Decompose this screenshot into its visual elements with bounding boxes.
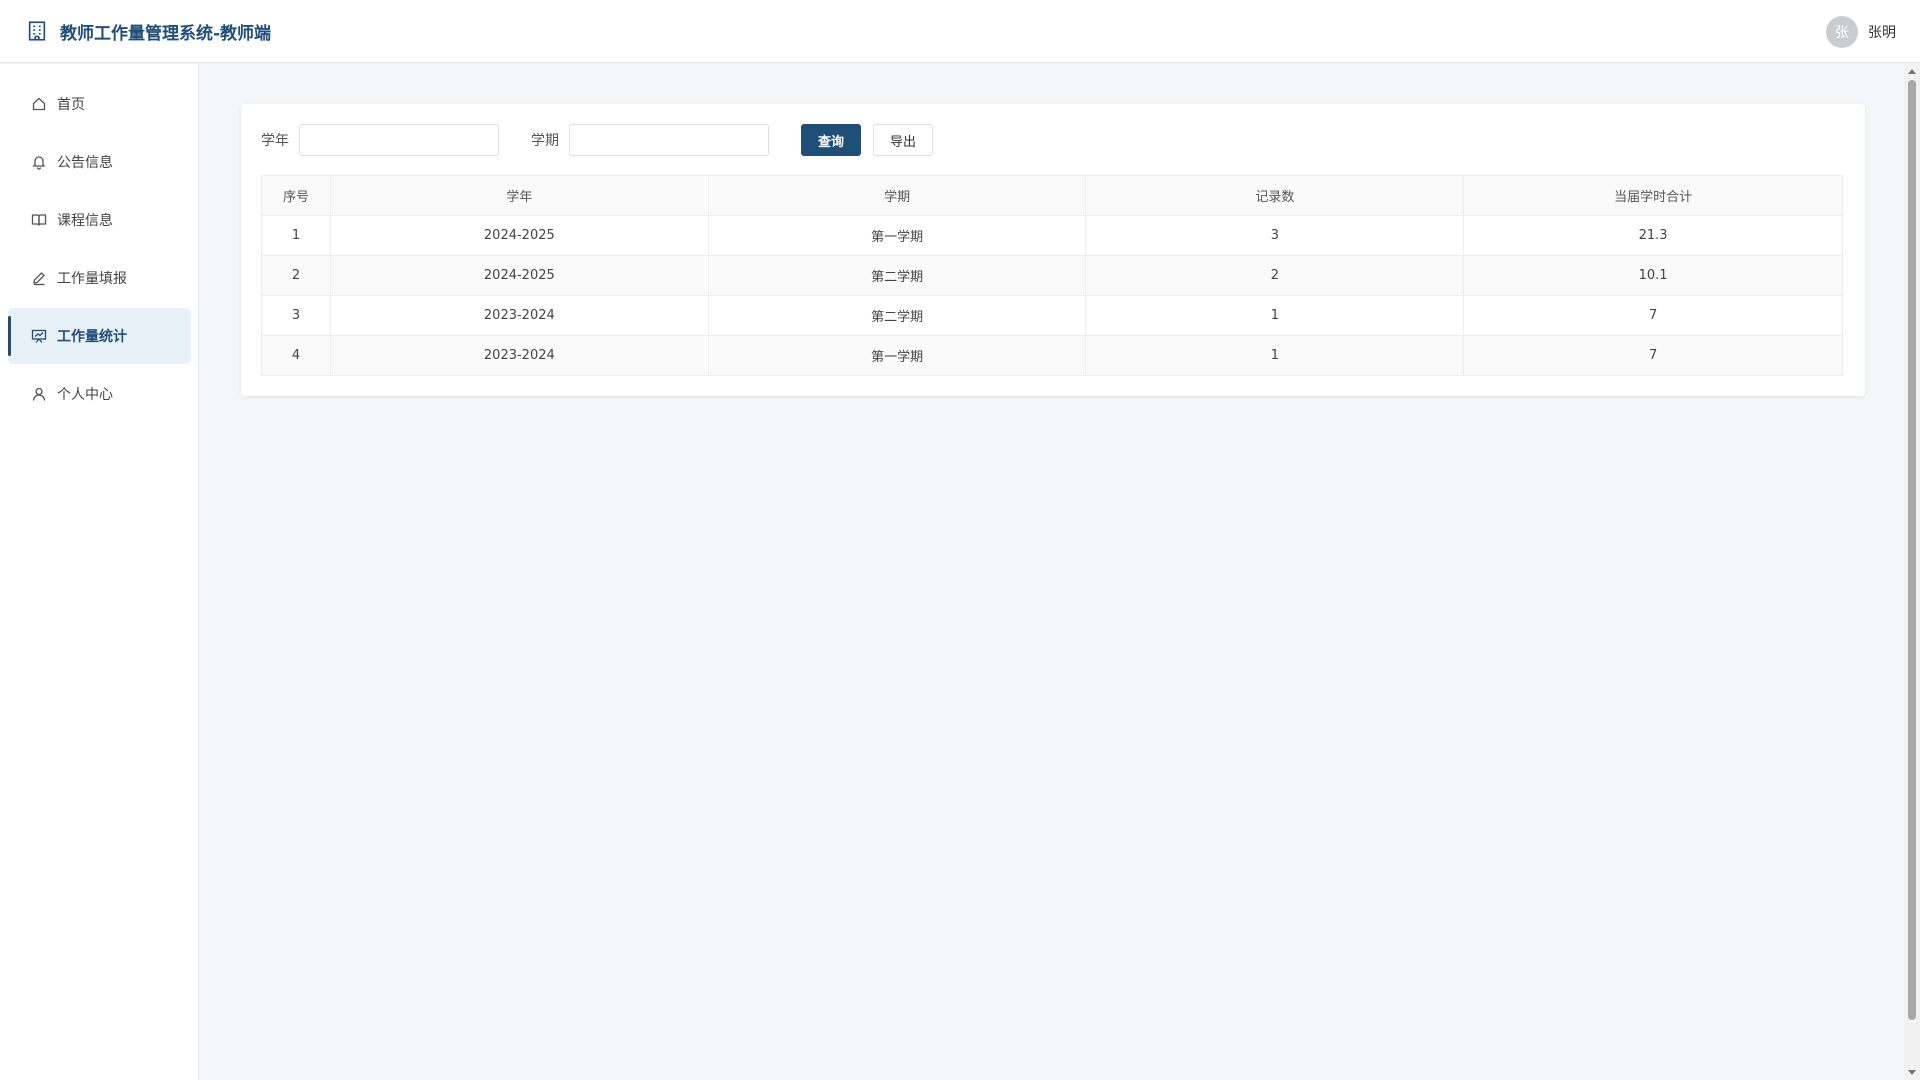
table-cell: 3	[1085, 215, 1465, 256]
table-cell: 第二学期	[707, 255, 1087, 296]
sidebar-item-label: 公告信息	[57, 155, 113, 171]
username[interactable]: 张明	[1868, 22, 1896, 42]
table-row[interactable]: 2 2024-2025 第二学期 2 10.1	[261, 255, 1843, 296]
page-scrollbar[interactable]	[1904, 64, 1920, 1080]
table-cell: 7	[1463, 295, 1843, 336]
column-header-term[interactable]: 学期	[707, 175, 1087, 216]
year-label: 学年	[261, 133, 289, 149]
table-cell: 2023-2024	[329, 295, 709, 336]
table-cell: 2023-2024	[329, 335, 709, 376]
table-cell: 2024-2025	[329, 255, 709, 296]
sidebar-item-label: 课程信息	[57, 213, 113, 229]
export-button[interactable]: 导出	[873, 124, 933, 156]
table-cell: 3	[261, 295, 331, 336]
table-cell: 2	[261, 255, 331, 296]
sidebar-item-workload-report[interactable]: 工作量填报	[8, 250, 191, 306]
stats-card: 学年 学期 查询 导出 序号 学年 学期 记录数 当届学时合计 1 2024-2…	[241, 104, 1865, 396]
column-header-record-count[interactable]: 记录数	[1085, 175, 1465, 216]
sidebar-item-profile[interactable]: 个人中心	[8, 366, 191, 422]
app-title: 教师工作量管理系统-教师端	[60, 23, 272, 44]
table-row[interactable]: 4 2023-2024 第一学期 1 7	[261, 335, 1843, 376]
home-icon	[32, 97, 46, 111]
year-input[interactable]	[299, 124, 499, 156]
table-cell: 1	[1085, 295, 1465, 336]
column-header-year[interactable]: 学年	[329, 175, 709, 216]
avatar[interactable]: 张	[1826, 16, 1858, 48]
edit-icon	[33, 272, 45, 286]
sidebar-item-label: 工作量统计	[57, 329, 127, 345]
sidebar-item-home[interactable]: 首页	[8, 76, 191, 132]
top-header: 教师工作量管理系统-教师端 张 张明	[0, 0, 1920, 63]
table-cell: 1	[261, 215, 331, 256]
book-icon	[31, 214, 47, 226]
query-button[interactable]: 查询	[801, 124, 861, 156]
sidebar: 首页 公告信息 课程信息 工作量填报 工作量统计 个人中心	[0, 64, 199, 1080]
user-icon	[32, 387, 46, 401]
chart-board-icon	[31, 329, 47, 343]
table-cell: 2	[1085, 255, 1465, 296]
sidebar-item-workload-stats[interactable]: 工作量统计	[8, 308, 191, 364]
filter-bar: 学年 学期 查询 导出	[261, 124, 933, 156]
sidebar-item-courses[interactable]: 课程信息	[8, 192, 191, 248]
building-icon	[26, 20, 48, 42]
table-cell: 第一学期	[707, 215, 1087, 256]
term-input[interactable]	[569, 124, 769, 156]
table-row[interactable]: 3 2023-2024 第二学期 1 7	[261, 295, 1843, 336]
table-cell: 7	[1463, 335, 1843, 376]
scroll-up-arrow-icon[interactable]	[1908, 69, 1916, 74]
stats-table: 序号 学年 学期 记录数 当届学时合计 1 2024-2025 第一学期 3 2…	[261, 175, 1843, 376]
sidebar-item-label: 首页	[57, 97, 85, 113]
column-header-hours-total[interactable]: 当届学时合计	[1463, 175, 1843, 216]
table-cell: 2024-2025	[329, 215, 709, 256]
scroll-thumb[interactable]	[1908, 80, 1916, 1020]
bell-icon	[32, 156, 46, 170]
brand[interactable]: 教师工作量管理系统-教师端	[26, 19, 271, 44]
table-cell: 第一学期	[707, 335, 1087, 376]
term-label: 学期	[531, 133, 559, 149]
table-cell: 21.3	[1463, 215, 1843, 256]
table-cell: 10.1	[1463, 255, 1843, 296]
sidebar-item-label: 个人中心	[57, 387, 113, 403]
table-cell: 4	[261, 335, 331, 376]
scroll-down-arrow-icon[interactable]	[1908, 1070, 1916, 1075]
sidebar-item-announcements[interactable]: 公告信息	[8, 134, 191, 190]
column-header-index[interactable]: 序号	[261, 175, 331, 216]
user-menu[interactable]: 张 张明	[1826, 16, 1896, 48]
table-cell: 1	[1085, 335, 1465, 376]
table-row[interactable]: 1 2024-2025 第一学期 3 21.3	[261, 215, 1843, 256]
table-header-row: 序号 学年 学期 记录数 当届学时合计	[261, 175, 1843, 216]
sidebar-item-label: 工作量填报	[57, 271, 127, 287]
table-cell: 第二学期	[707, 295, 1087, 336]
